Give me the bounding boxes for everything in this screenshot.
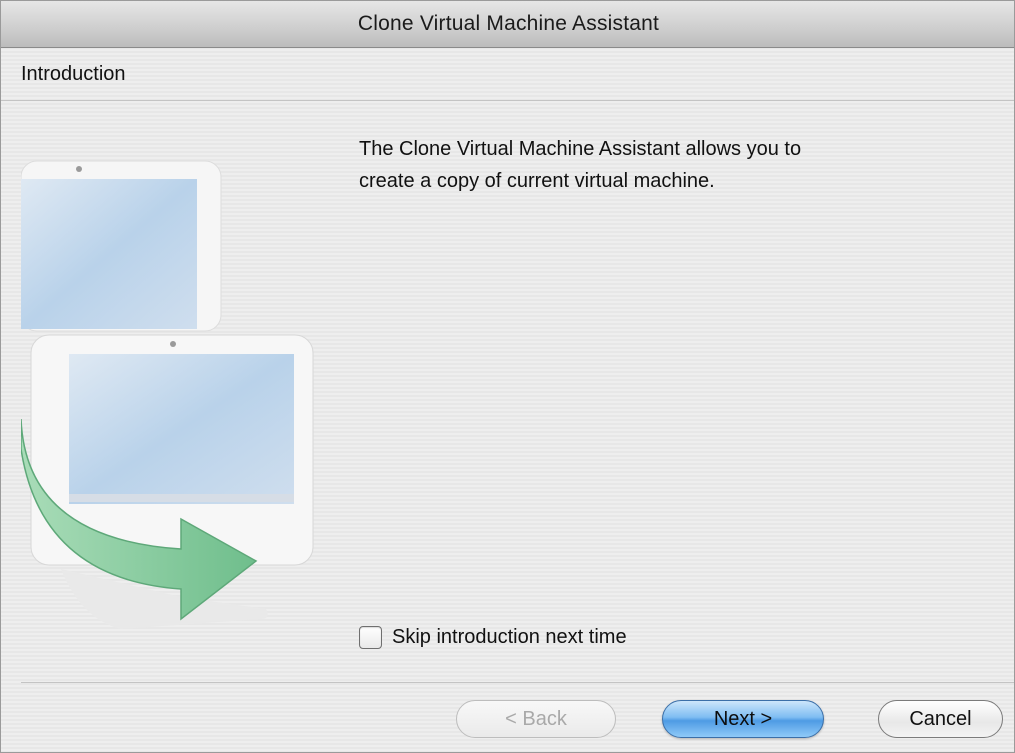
illustration-graphic xyxy=(20,160,314,629)
clone-illustration-icon xyxy=(20,149,321,639)
intro-line-2: create a copy of current virtual machine… xyxy=(359,170,715,192)
cancel-button[interactable]: Cancel xyxy=(878,700,1003,738)
next-button[interactable]: Next > xyxy=(662,700,824,738)
footer-divider xyxy=(21,682,1014,683)
window-title: Clone Virtual Machine Assistant xyxy=(357,12,660,35)
intro-line-1: The Clone Virtual Machine Assistant allo… xyxy=(359,138,802,160)
skip-introduction-label: Skip introduction next time xyxy=(392,625,627,648)
skip-introduction-checkbox[interactable] xyxy=(359,625,382,649)
title-bar[interactable]: Clone Virtual Machine Assistant xyxy=(1,1,1014,48)
back-button[interactable]: < Back xyxy=(456,700,616,738)
assistant-window: Clone Virtual Machine Assistant Introduc… xyxy=(0,0,1015,753)
skip-introduction-option[interactable]: Skip introduction next time xyxy=(359,623,627,651)
section-title: Introduction xyxy=(21,63,126,85)
intro-description: The Clone Virtual Machine Assistant allo… xyxy=(359,133,959,197)
section-header: Introduction xyxy=(1,49,1014,101)
